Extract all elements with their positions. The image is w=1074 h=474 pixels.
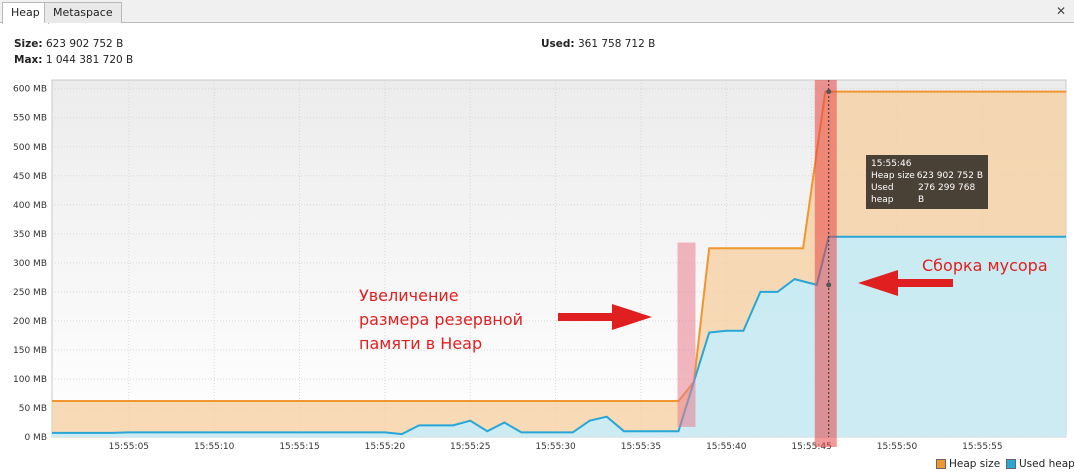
legend-used-label: Used heap — [1019, 458, 1074, 470]
y-tick-label: 350 MB — [13, 230, 47, 240]
y-tick-label: 250 MB — [13, 288, 47, 298]
size-label: Size: — [14, 38, 43, 50]
annotation-gc: Сборка мусора — [922, 256, 1048, 275]
annotation-line-2: размера резервной — [359, 310, 524, 329]
legend-heap-swatch — [936, 459, 946, 469]
tab-bar: Heap Metaspace ✕ — [0, 0, 1074, 24]
tab-metaspace[interactable]: Metaspace — [44, 2, 122, 23]
y-tick-label: 150 MB — [13, 346, 47, 356]
tooltip-heap-size-label: Heap size — [871, 171, 915, 181]
x-tick-label: 15:55:30 — [535, 442, 576, 452]
used-label: Used: — [541, 38, 575, 50]
heap-growth-highlight — [677, 242, 696, 427]
tab-heap[interactable]: Heap — [2, 2, 49, 24]
annotation-line-3: памяти в Heap — [359, 334, 483, 353]
y-tick-label: 600 MB — [13, 85, 47, 95]
legend-heap-size: Heap size — [936, 458, 1000, 470]
y-tick-label: 300 MB — [13, 259, 47, 269]
close-icon[interactable]: ✕ — [1056, 4, 1066, 18]
heap-chart: 0 MB 50 MB 100 MB 150 MB 200 MB 250 MB 300 MB 3… — [13, 79, 1067, 452]
used-marker-dot — [826, 282, 832, 288]
chart-tooltip: 15:55:46 Heap size 623 902 752 B Used he… — [866, 155, 988, 209]
y-tick-label: 50 MB — [19, 404, 47, 414]
tooltip-used-heap-label: Used heap — [871, 183, 894, 205]
used-value: 361 758 712 B — [577, 38, 656, 50]
max-label: Max: — [14, 54, 43, 66]
annotation-heap-increase: Увеличение размера резервной памяти в He… — [359, 284, 523, 356]
y-tick-label: 400 MB — [13, 201, 47, 211]
y-tick-label: 550 MB — [13, 114, 47, 124]
legend-heap-label: Heap size — [949, 458, 1001, 470]
tooltip-used-row: Used heap 276 299 768 B — [871, 182, 983, 206]
x-tick-label: 15:55:35 — [621, 442, 661, 452]
gc-highlight — [814, 80, 837, 447]
tooltip-heap-row: Heap size 623 902 752 B — [871, 170, 983, 182]
x-tick-label: 15:55:40 — [706, 442, 747, 452]
y-tick-label: 100 MB — [13, 375, 47, 385]
y-tick-label: 200 MB — [13, 317, 47, 327]
y-tick-label: 0 MB — [24, 433, 47, 443]
y-tick-label: 450 MB — [13, 172, 47, 182]
heap-size-info: Size: 623 902 752 B — [14, 38, 123, 50]
x-tick-label: 15:55:10 — [194, 442, 235, 452]
heap-used-info: Used: 361 758 712 B — [541, 38, 655, 50]
max-value: 1 044 381 720 B — [45, 54, 134, 66]
size-value: 623 902 752 B — [45, 38, 124, 50]
x-tick-label: 15:55:25 — [450, 442, 490, 452]
x-tick-label: 15:55:55 — [962, 442, 1002, 452]
x-tick-label: 15:55:15 — [279, 442, 319, 452]
tooltip-used-heap-value: 276 299 768 B — [917, 183, 976, 205]
tooltip-heap-size-value: 623 902 752 B — [916, 171, 983, 181]
legend-used-heap: Used heap — [1006, 458, 1074, 470]
heap-marker-dot — [826, 89, 832, 95]
legend-used-swatch — [1006, 459, 1016, 469]
x-tick-label: 15:55:20 — [365, 442, 406, 452]
tooltip-time: 15:55:46 — [871, 159, 912, 169]
heap-max-info: Max: 1 044 381 720 B — [14, 54, 133, 66]
y-tick-label: 500 MB — [13, 143, 47, 153]
x-tick-label: 15:55:50 — [877, 442, 918, 452]
annotation-line-1: Увеличение — [359, 286, 459, 305]
x-tick-label: 15:55:05 — [109, 442, 149, 452]
